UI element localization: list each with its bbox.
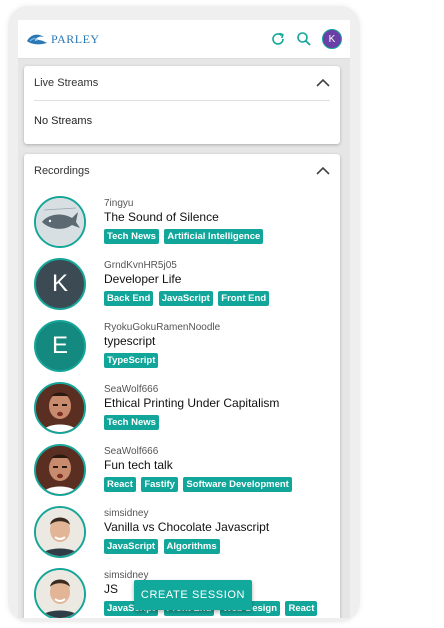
recording-user: 7ingyu <box>104 198 134 209</box>
recording-item[interactable]: E RyokuGokuRamenNoodle typescript TypeSc… <box>34 320 334 376</box>
device-frame: PARLEY K Live Streams No Streams Recordi… <box>8 6 360 622</box>
tag[interactable]: Tech News <box>104 415 159 430</box>
search-icon[interactable] <box>294 29 314 49</box>
tag[interactable]: React <box>285 601 318 616</box>
avatar <box>34 444 86 496</box>
recording-item[interactable]: K GrndKvnHR5j05 Developer Life Back End … <box>34 258 334 314</box>
recording-title: The Sound of Silence <box>104 210 219 224</box>
avatar <box>34 382 86 434</box>
profile-photo-icon <box>36 446 84 494</box>
tag[interactable]: JavaScript <box>104 539 159 554</box>
app-name: PARLEY <box>51 31 100 46</box>
tag-list: Tech News <box>104 412 334 430</box>
recordings-header[interactable]: Recordings <box>24 154 340 188</box>
recording-user: simsidney <box>104 508 149 519</box>
tag[interactable]: Artificial Intelligence <box>164 229 264 244</box>
live-streams-header[interactable]: Live Streams <box>24 66 340 100</box>
tag-list: Tech News Artificial Intelligence <box>104 226 334 244</box>
avatar: K <box>34 258 86 310</box>
recording-item[interactable]: 7ingyu The Sound of Silence Tech News Ar… <box>34 196 334 252</box>
tag[interactable]: Fastify <box>141 477 178 492</box>
recording-title: Fun tech talk <box>104 458 173 472</box>
chevron-up-icon[interactable] <box>316 78 330 88</box>
tag[interactable]: Software Development <box>183 477 292 492</box>
profile-photo-icon <box>36 508 84 556</box>
avatar <box>34 196 86 248</box>
tag[interactable]: JavaScript <box>158 291 213 306</box>
recording-user: RyokuGokuRamenNoodle <box>104 322 221 333</box>
recording-title: Ethical Printing Under Capitalism <box>104 396 280 410</box>
recording-title: Developer Life <box>104 272 182 286</box>
refresh-icon[interactable] <box>268 29 288 49</box>
recording-title: typescript <box>104 334 156 348</box>
wave-logo-icon <box>27 34 47 45</box>
tag-list: React Fastify Software Development <box>104 474 334 492</box>
tag[interactable]: TypeScript <box>104 353 159 368</box>
avatar: E <box>34 320 86 372</box>
logo[interactable]: PARLEY <box>26 32 100 47</box>
recording-user: SeaWolf666 <box>104 384 159 395</box>
recording-item[interactable]: SeaWolf666 Ethical Printing Under Capita… <box>34 382 334 438</box>
recording-item[interactable]: SeaWolf666 Fun tech talk React Fastify S… <box>34 444 334 500</box>
whale-icon <box>36 198 84 246</box>
live-streams-card: Live Streams No Streams <box>24 66 340 144</box>
profile-photo-icon <box>36 384 84 432</box>
tag-list: JavaScript Algorithms <box>104 536 334 554</box>
tag-list: TypeScript <box>104 350 334 368</box>
live-streams-title: Live Streams <box>34 77 99 89</box>
tag[interactable]: React <box>104 477 136 492</box>
user-avatar[interactable]: K <box>322 29 342 49</box>
profile-photo-icon <box>36 570 84 618</box>
chevron-up-icon[interactable] <box>316 166 330 176</box>
tag-list: Back End JavaScript Front End <box>104 288 334 306</box>
app-bar: PARLEY K <box>18 20 350 59</box>
recording-user: GrndKvnHR5j05 <box>104 260 177 271</box>
recording-item[interactable]: simsidney Vanilla vs Chocolate Javascrip… <box>34 506 334 562</box>
tag[interactable]: Back End <box>104 291 154 306</box>
empty-state-text: No Streams <box>34 115 93 127</box>
avatar <box>34 506 86 558</box>
tag[interactable]: Tech News <box>104 229 159 244</box>
recordings-title: Recordings <box>34 165 90 177</box>
tag[interactable]: Front End <box>218 291 270 306</box>
avatar <box>34 568 86 618</box>
recording-user: SeaWolf666 <box>104 446 159 457</box>
recordings-card: Recordings 7ingyu The Sound of Silence T… <box>24 154 340 618</box>
create-session-button[interactable]: CREATE SESSION <box>134 580 252 610</box>
recording-title: Vanilla vs Chocolate Javascript <box>104 520 270 534</box>
tag[interactable]: Algorithms <box>163 539 220 554</box>
app-screen: PARLEY K Live Streams No Streams Recordi… <box>18 20 350 618</box>
